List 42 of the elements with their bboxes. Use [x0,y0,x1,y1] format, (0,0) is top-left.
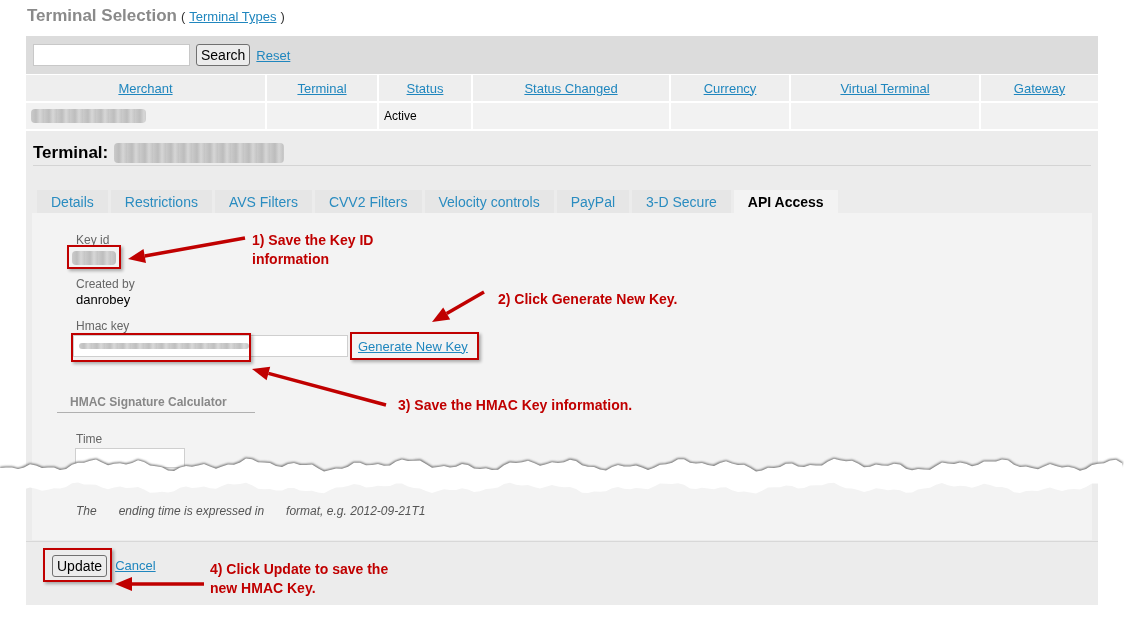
annotation-text: 4) Click Update to save the new HMAC Key. [210,560,390,598]
tab[interactable]: CVV2 Filters [314,190,422,213]
tab[interactable]: PayPal [556,190,630,213]
sort-link[interactable]: Status Changed [524,80,618,96]
cancel-link[interactable]: Cancel [115,558,156,573]
sort-link[interactable]: Gateway [1013,80,1066,96]
search-field[interactable] [33,44,190,66]
tab[interactable]: 3-D Secure [632,190,731,213]
field-label: Hmac key [76,319,130,333]
sort-link[interactable]: Currency [703,80,757,96]
tab[interactable]: AVS Filters [214,190,312,213]
terminal-label: Terminal: [33,143,109,163]
highlight-frame [67,245,121,269]
paren-text: ( [180,9,186,24]
field-value: danrobey [76,292,131,308]
sort-link[interactable]: Status [406,80,444,96]
input-field[interactable] [73,335,348,357]
page-title: Terminal Selection [27,6,177,26]
terminal-types-link[interactable]: Terminal Types [189,9,277,24]
tab[interactable]: Details [37,190,108,213]
status-text: Active [384,109,417,123]
section-heading: HMAC Signature Calculator [57,395,255,413]
note-text: ending time is expressed in [118,504,265,518]
update-button[interactable]: Update [52,555,108,577]
tab[interactable]: API Access [733,190,838,213]
tab[interactable]: Velocity controls [424,190,554,213]
annotation-text: 2) Click Generate New Key. [498,290,678,309]
annotation-text: 3) Save the HMAC Key information. [398,396,633,415]
annotation-text: 1) Save the Key ID information [252,231,375,269]
note-text: format, e.g. 2012-09-21T1 [286,504,426,518]
sort-link[interactable]: Virtual Terminal [840,80,930,96]
sort-link[interactable]: Terminal [297,80,347,96]
generate-key-link[interactable]: Generate New Key [358,338,468,354]
field-label: Created by [76,277,135,291]
paren-text: ) [280,9,285,24]
note-text: The [76,504,97,518]
tab[interactable]: Restrictions [110,190,212,213]
highlight-frame [43,548,112,582]
field-label: Time [76,432,103,446]
search-button[interactable]: Search [196,44,251,66]
sort-link[interactable]: Merchant [118,80,173,96]
reset-link[interactable]: Reset [256,47,291,63]
